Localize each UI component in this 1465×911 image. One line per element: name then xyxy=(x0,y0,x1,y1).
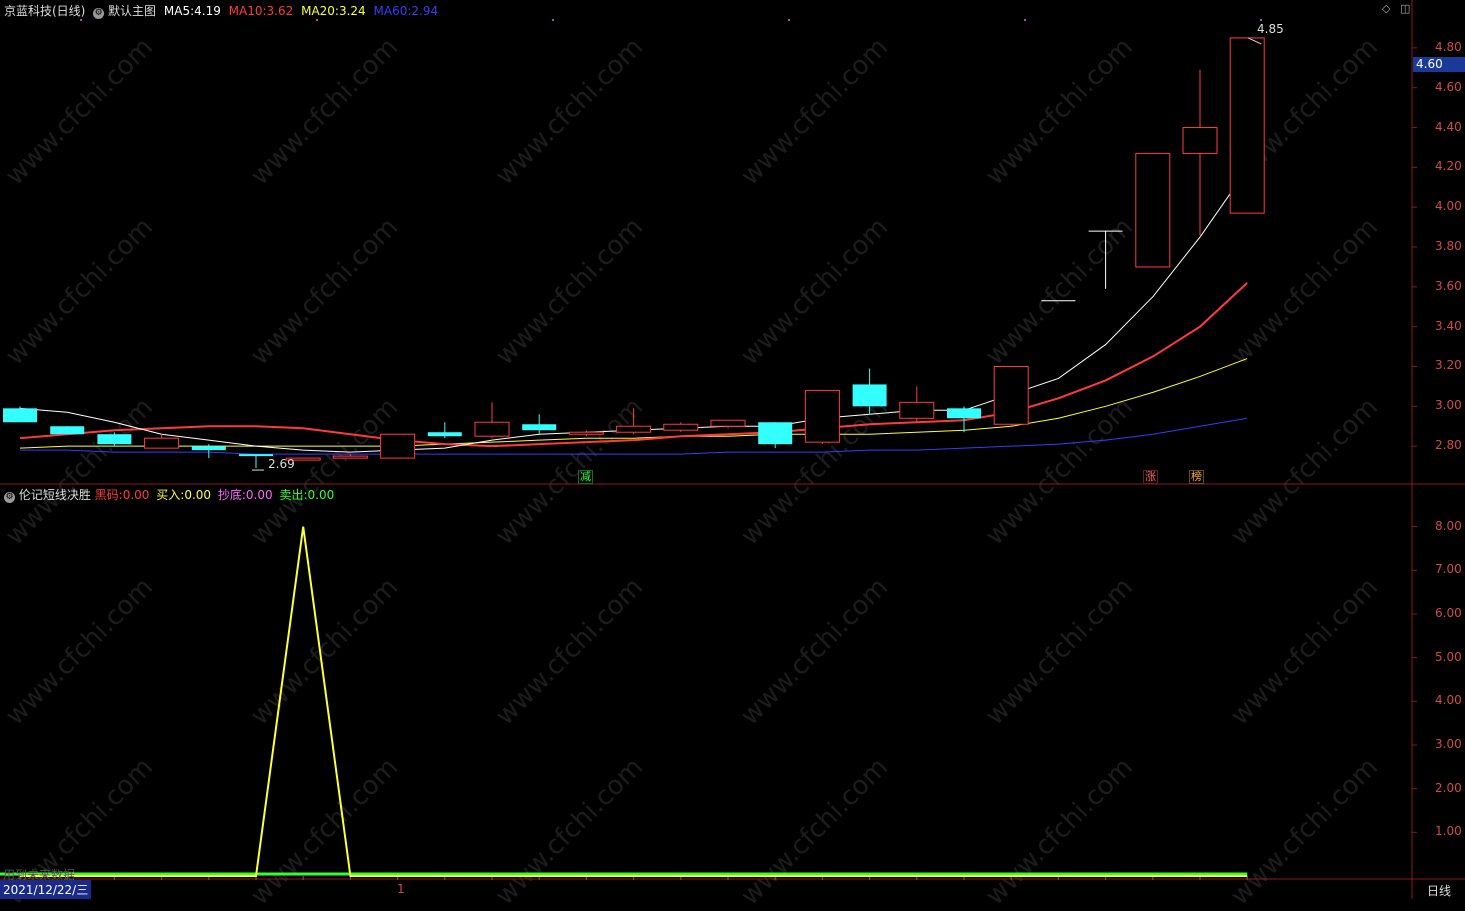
settings-gear-icon[interactable]: ⚙ xyxy=(93,8,105,19)
candle-body xyxy=(758,422,793,445)
indicator-tick-label: 1.00 xyxy=(1435,824,1462,839)
indicator-bottom-value: 0.00 xyxy=(245,488,273,502)
candle-body xyxy=(522,424,557,431)
price-tick-label: 4.00 xyxy=(1435,199,1462,214)
price-tick-label: 4.20 xyxy=(1435,159,1462,174)
indicator-sell-value: 0.00 xyxy=(307,488,335,502)
candle-body xyxy=(474,421,510,437)
price-tick-label: 3.00 xyxy=(1435,398,1462,413)
indicator-header: ⚙ 伦记短线决胜 黑码:0.00 买入:0.00 抄底:0.00 卖出:0.00 xyxy=(4,486,334,503)
candle-body xyxy=(1229,37,1265,214)
ma10-value: 3.62 xyxy=(266,4,294,18)
ma10-label: MA10: xyxy=(228,4,267,18)
panel-toggle-icon[interactable]: ◫ xyxy=(1400,2,1410,15)
price-tick-label: 4.80 xyxy=(1435,39,1462,54)
indicator-tick-label: 4.00 xyxy=(1435,693,1462,708)
ma20-line xyxy=(19,358,1248,449)
ma20-label: MA20: xyxy=(301,4,339,18)
candle-body xyxy=(710,419,746,427)
stock-name: 京蓝科技(日线) xyxy=(4,4,86,18)
top-marker xyxy=(788,19,790,21)
candle-body xyxy=(239,454,273,457)
candle-body xyxy=(852,384,887,407)
current-price-badge: 4.60 xyxy=(1413,57,1465,72)
diamond-icon[interactable]: ◇ xyxy=(1382,2,1390,15)
price-tick-label: 3.60 xyxy=(1435,278,1462,293)
candle-body xyxy=(993,365,1029,425)
indicator-buy-label: 买入: xyxy=(156,488,185,502)
top-marker xyxy=(80,19,82,21)
indicator-name[interactable]: 伦记短线决胜 xyxy=(19,488,91,502)
candle-body xyxy=(568,431,604,435)
price-tick-label: 3.20 xyxy=(1435,358,1462,373)
price-tick-label: 3.80 xyxy=(1435,239,1462,253)
indicator-tick-label: 8.00 xyxy=(1435,518,1462,533)
top-marker xyxy=(1260,19,1262,21)
indicator-buy-line xyxy=(20,526,1248,877)
chart-header: 京蓝科技(日线) ⚙ 默认主图 MA5:4.19 MA10:3.62 MA20:… xyxy=(4,2,438,19)
cursor-date: 2021/12/22/三 xyxy=(0,880,92,899)
indicator-tick-label: 7.00 xyxy=(1435,562,1462,577)
indicator-buy-value: 0.00 xyxy=(184,488,212,502)
price-tick-label: 2.80 xyxy=(1435,438,1462,453)
ma60-value: 2.94 xyxy=(411,4,439,18)
indicator-tick-label: 2.00 xyxy=(1435,780,1462,795)
time-marker: 1 xyxy=(397,882,405,896)
main-chart-label[interactable]: 默认主图 xyxy=(108,4,156,18)
candle-body xyxy=(616,425,652,433)
candle-body xyxy=(1182,127,1218,154)
indicator-settings-icon[interactable]: ⚙ xyxy=(4,492,15,503)
ma60-label: MA60: xyxy=(373,4,412,18)
price-tick-label: 4.40 xyxy=(1435,119,1462,134)
stock-chart[interactable] xyxy=(0,0,1465,899)
tag-jian: 减 xyxy=(578,470,593,484)
candle-body xyxy=(1135,152,1171,268)
candle-body xyxy=(50,426,85,435)
price-tick-label: 3.40 xyxy=(1435,318,1462,333)
indicator-bottom-label: 抄底: xyxy=(217,488,246,502)
candle-body xyxy=(663,423,699,431)
candle-body xyxy=(332,455,368,459)
candle-body xyxy=(899,401,935,419)
tag-zhang: 涨 xyxy=(1143,470,1158,484)
candle-body xyxy=(804,389,840,443)
top-marker xyxy=(316,19,318,21)
candle-body xyxy=(380,433,416,459)
top-marker xyxy=(1024,19,1026,21)
candle-body xyxy=(3,408,37,423)
candle-body xyxy=(97,434,132,445)
ma20-value: 3.24 xyxy=(338,4,366,18)
indicator-tick-label: 6.00 xyxy=(1435,605,1462,620)
ma5-label: MA5: xyxy=(163,4,195,18)
indicator-sell-label: 卖出: xyxy=(279,488,308,502)
indicator-black-label: 黑码: xyxy=(94,488,123,502)
low-price-label: 2.69 xyxy=(268,457,295,471)
tag-bang: 榜 xyxy=(1189,470,1204,484)
candle-body xyxy=(947,408,981,419)
candle-body xyxy=(191,446,226,451)
candle-body xyxy=(144,437,180,449)
indicator-tick-label: 3.00 xyxy=(1435,736,1462,751)
period-button[interactable]: 日线 xyxy=(1427,882,1451,899)
indicator-tick-label: 5.00 xyxy=(1435,649,1462,664)
price-tick-label: 4.60 xyxy=(1435,79,1462,94)
candle-body xyxy=(427,432,462,437)
ma5-value: 4.19 xyxy=(194,4,221,18)
high-price-label: 4.85 xyxy=(1257,22,1284,36)
top-marker xyxy=(552,19,554,21)
indicator-black-value: 0.00 xyxy=(122,488,150,502)
